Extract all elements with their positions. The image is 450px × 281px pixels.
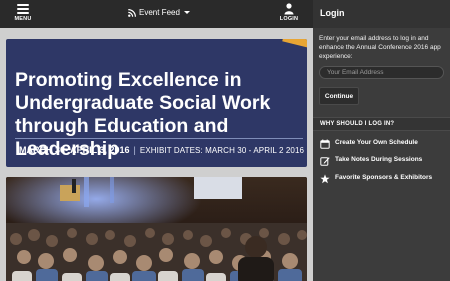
star-icon (320, 174, 330, 184)
login-panel-title: Login (320, 8, 345, 18)
banner-dates-line: MARCH 30- APRIL 3, 2016 | EXHIBIT DATES: M… (19, 145, 304, 155)
conference-photo[interactable] (6, 177, 307, 281)
login-intro-text: Enter your email address to log in and e… (319, 35, 441, 60)
login-button[interactable]: LOGIN (278, 3, 300, 22)
dates-separator: | (133, 145, 136, 155)
login-panel: Login Enter your email address to log in… (313, 0, 450, 281)
email-field[interactable] (319, 66, 444, 79)
audience-photo-image (6, 177, 307, 281)
why-login-heading: WHY SHOULD I LOG IN? (313, 117, 450, 131)
user-icon (284, 3, 294, 15)
note-edit-icon (320, 157, 330, 166)
event-feed[interactable]: Promoting Excellence in Undergraduate So… (0, 28, 313, 281)
exhibit-dates: EXHIBIT DATES: MARCH 30 - APRIL 2 2016 (139, 146, 305, 155)
rss-icon (128, 8, 136, 17)
event-feed-dropdown[interactable]: Event Feed (128, 8, 190, 17)
event-feed-label: Event Feed (139, 8, 180, 17)
benefit-item-schedule: Create Your Own Schedule (320, 139, 445, 149)
chevron-down-icon (183, 11, 190, 14)
login-panel-header: Login (313, 0, 450, 28)
benefit-item-notes: Take Notes During Sessions (320, 156, 445, 166)
banner-divider (15, 138, 303, 139)
app-window: MENU Event Feed LOGIN Promoting Excellen… (0, 0, 450, 281)
why-login-label: WHY SHOULD I LOG IN? (320, 121, 395, 127)
benefit-label: Create Your Own Schedule (335, 139, 418, 146)
continue-button[interactable]: Continue (319, 87, 359, 105)
conference-dates: MARCH 30- APRIL 3, 2016 (19, 145, 130, 155)
banner-accent (282, 39, 307, 49)
hamburger-icon (17, 4, 29, 14)
menu-button[interactable]: MENU (10, 3, 36, 22)
calendar-icon (320, 139, 330, 149)
login-label: LOGIN (279, 16, 299, 22)
top-bar: MENU Event Feed LOGIN (0, 0, 313, 28)
benefit-label: Favorite Sponsors & Exhibitors (335, 174, 433, 181)
benefit-item-favorites: Favorite Sponsors & Exhibitors (320, 174, 445, 184)
conference-banner[interactable]: Promoting Excellence in Undergraduate So… (6, 39, 307, 167)
benefit-label: Take Notes During Sessions (335, 156, 423, 163)
menu-label: MENU (14, 16, 32, 22)
